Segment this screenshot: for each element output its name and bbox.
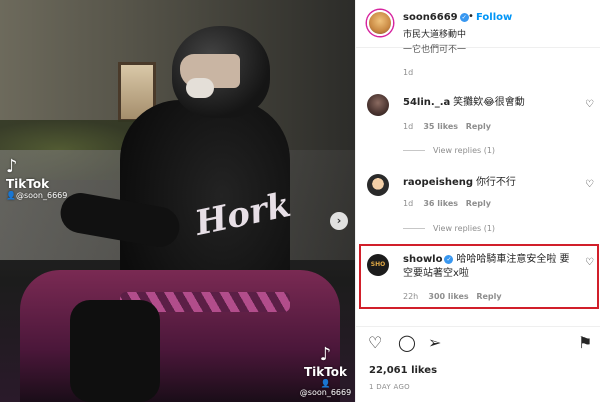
post-video[interactable]: Hork ♪ TikTok 👤@soon_6669 ♪ TikTok 👤@soo… — [0, 0, 355, 402]
verified-icon: ✓ — [444, 255, 454, 264]
view-replies-label[interactable]: View replies (1) — [433, 146, 495, 155]
replies-divider — [403, 228, 425, 229]
face-mask — [186, 78, 214, 98]
reply-button[interactable]: Reply — [466, 199, 491, 208]
post-actions: ♡ ◯ ➢ ⚑ 22,061 likes 1 DAY AGO — [356, 326, 600, 402]
comments-panel: soon6669 ✓ • Follow 市民大道移動中 一它也們可不一 1d 54… — [355, 0, 600, 402]
tiktok-logo-icon: ♪ — [6, 156, 18, 177]
tiktok-wordmark: TikTok — [303, 365, 348, 379]
post-location[interactable]: 市民大道移動中 — [403, 27, 466, 40]
reply-button[interactable]: Reply — [466, 122, 491, 131]
commenter-username[interactable]: showlo — [403, 254, 442, 265]
tiktok-watermark-bottom: ♪ TikTok 👤@soon_6669 — [296, 344, 355, 397]
comment-time: 22h — [403, 292, 419, 301]
commenter-username[interactable]: raopeisheng — [403, 177, 473, 188]
comment-likes[interactable]: 36 likes — [423, 199, 458, 208]
comment-text: 哈哈哈騎車注意安全啦 要 — [456, 254, 570, 265]
post-timestamp: 1 DAY AGO — [369, 383, 410, 391]
commenter-avatar[interactable]: SHO — [367, 254, 389, 276]
commenter-username[interactable]: 54lin._.a — [403, 97, 450, 108]
comment-meta: 1d 36 likes Reply — [403, 199, 491, 208]
like-comment-heart-icon[interactable]: ♡ — [585, 179, 594, 190]
like-comment-heart-icon[interactable]: ♡ — [585, 257, 594, 268]
like-heart-icon[interactable]: ♡ — [368, 335, 382, 351]
view-replies-button[interactable]: View replies (1) — [403, 224, 495, 233]
post-likes-count[interactable]: 22,061 likes — [369, 365, 437, 376]
comment-bubble-icon[interactable]: ◯ — [398, 335, 416, 351]
tiktok-username: 👤@soon_6669 — [299, 379, 352, 397]
rider-legs — [70, 300, 160, 402]
comment-time: 1d — [403, 199, 414, 208]
tiktok-wordmark: TikTok — [6, 177, 50, 191]
tiktok-logo-icon: ♪ — [319, 344, 332, 365]
comment-text: 笑攤欸😂很會動 — [453, 97, 525, 108]
next-media-button[interactable]: › — [330, 212, 348, 230]
comment-body: showlo ✓ 哈哈哈騎車注意安全啦 要 空要站著空x啦 — [403, 253, 573, 281]
like-comment-heart-icon[interactable]: ♡ — [585, 99, 594, 110]
comment-likes[interactable]: 35 likes — [423, 122, 458, 131]
commenter-avatar[interactable] — [367, 174, 389, 196]
comment-text: 你行不行 — [475, 177, 516, 188]
comment-time: 1d — [403, 122, 414, 131]
previous-comment-text: 一它也們可不一 — [403, 45, 467, 55]
save-bookmark-icon[interactable]: ⚑ — [578, 335, 592, 351]
view-replies-label[interactable]: View replies (1) — [433, 224, 495, 233]
replies-divider — [403, 150, 425, 151]
view-replies-button[interactable]: View replies (1) — [403, 146, 495, 155]
comment-body: 54lin._.a 笑攤欸😂很會動 — [403, 96, 573, 110]
comment-text-continued: 空要站著空x啦 — [403, 268, 469, 279]
owner-username[interactable]: soon6669 — [403, 12, 458, 23]
tiktok-watermark-top: ♪ TikTok 👤@soon_6669 — [6, 156, 67, 200]
comment-body: raopeisheng 你行不行 — [403, 176, 573, 190]
owner-username-row[interactable]: soon6669 ✓ — [403, 12, 469, 23]
comment-meta: 1d 35 likes Reply — [403, 122, 491, 131]
separator-dot: • — [468, 11, 474, 22]
previous-comment-time: 1d — [403, 68, 414, 77]
comment-meta: 22h 300 likes Reply — [403, 292, 502, 301]
post-header: soon6669 ✓ • Follow 市民大道移動中 — [356, 0, 600, 48]
commenter-avatar[interactable] — [367, 94, 389, 116]
share-icon[interactable]: ➢ — [428, 335, 441, 351]
comment-likes[interactable]: 300 likes — [428, 292, 468, 301]
owner-avatar[interactable] — [367, 10, 393, 36]
scooter — [20, 270, 340, 402]
follow-button[interactable]: Follow — [476, 12, 512, 23]
reply-button[interactable]: Reply — [476, 292, 501, 301]
tiktok-username: 👤@soon_6669 — [6, 191, 68, 200]
